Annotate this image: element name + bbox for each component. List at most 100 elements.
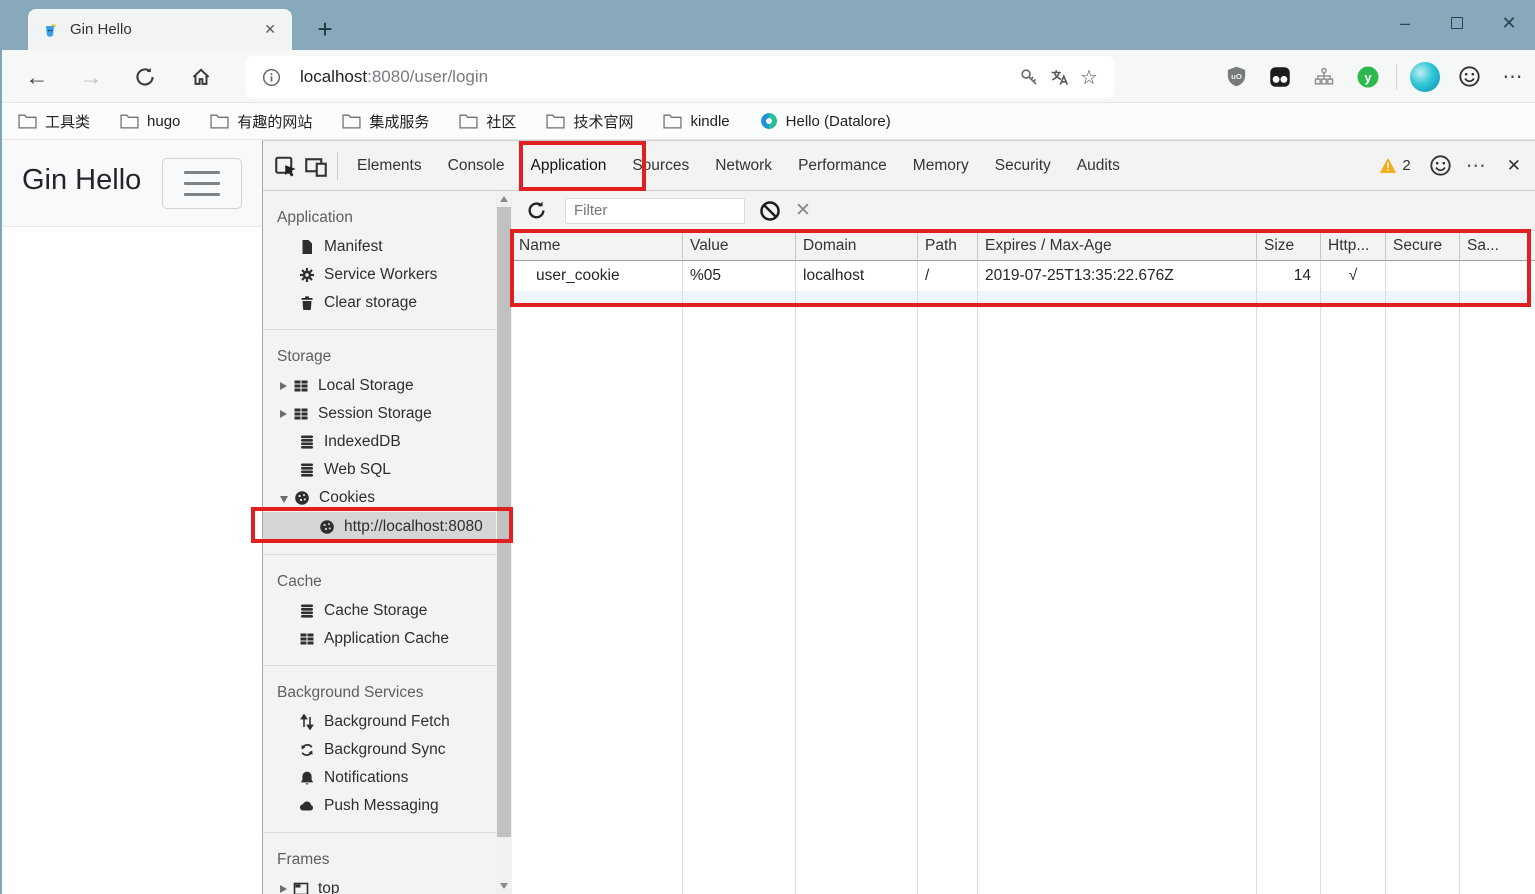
- sidebar-item-manifest[interactable]: Manifest: [263, 233, 496, 261]
- new-tab-button[interactable]: +: [308, 14, 342, 44]
- devtools-menu-button[interactable]: ⋯: [1466, 153, 1487, 178]
- tab-elements[interactable]: Elements: [344, 141, 435, 190]
- password-key-icon[interactable]: [1014, 67, 1044, 88]
- column-header-size[interactable]: Size: [1257, 231, 1321, 261]
- sidebar-scrollbar[interactable]: [496, 191, 512, 894]
- column-header-expires[interactable]: Expires / Max-Age: [978, 231, 1257, 261]
- close-window-button[interactable]: ✕: [1483, 0, 1535, 46]
- tab-memory[interactable]: Memory: [900, 141, 982, 190]
- ublock-extension-icon[interactable]: uO: [1214, 65, 1258, 88]
- minimize-button[interactable]: –: [1379, 0, 1431, 46]
- home-button[interactable]: [186, 62, 216, 92]
- browser-menu-button[interactable]: ⋯: [1491, 64, 1535, 89]
- green-y-extension-icon[interactable]: y: [1346, 65, 1390, 89]
- cell-name[interactable]: user_cookie: [512, 261, 683, 291]
- scrollbar-thumb[interactable]: [497, 207, 511, 837]
- sidebar-item-clear-storage[interactable]: Clear storage: [263, 289, 496, 317]
- toolbar-divider: [1396, 64, 1397, 90]
- sidebar-item-cookies-localhost[interactable]: http://localhost:8080: [263, 512, 496, 542]
- cell-size[interactable]: 14: [1257, 261, 1321, 291]
- favorite-star-icon[interactable]: ☆: [1074, 65, 1104, 90]
- cell-value[interactable]: %05: [683, 261, 796, 291]
- expand-icon[interactable]: [280, 885, 287, 893]
- bookmark-folder[interactable]: 技术官网: [546, 111, 633, 132]
- cell-expires[interactable]: 2019-07-25T13:35:22.676Z: [978, 261, 1257, 291]
- table-icon: [293, 378, 309, 394]
- bell-icon: [299, 770, 315, 786]
- column-header-domain[interactable]: Domain: [796, 231, 918, 261]
- clear-all-cookies-button[interactable]: [759, 200, 781, 222]
- sidebar-item-session-storage[interactable]: Session Storage: [263, 400, 496, 428]
- column-header-value[interactable]: Value: [683, 231, 796, 261]
- sidebar-item-push-messaging[interactable]: Push Messaging: [263, 792, 496, 820]
- forward-button[interactable]: →: [76, 62, 106, 92]
- cell-domain[interactable]: localhost: [796, 261, 918, 291]
- sidebar-item-background-fetch[interactable]: Background Fetch: [263, 708, 496, 736]
- warnings-badge[interactable]: 2: [1379, 157, 1410, 174]
- sidebar-item-indexeddb[interactable]: IndexedDB: [263, 428, 496, 456]
- bookmark-folder[interactable]: 工具类: [18, 111, 90, 132]
- column-header-secure[interactable]: Secure: [1386, 231, 1460, 261]
- tab-audits[interactable]: Audits: [1064, 141, 1133, 190]
- scroll-up-icon[interactable]: [500, 196, 508, 202]
- bookmark-folder[interactable]: kindle: [663, 113, 729, 130]
- bookmark-datalore[interactable]: Hello (Datalore): [760, 112, 891, 130]
- column-header-path[interactable]: Path: [918, 231, 978, 261]
- bookmark-folder[interactable]: 有趣的网站: [210, 111, 312, 132]
- tab-sources[interactable]: Sources: [619, 141, 702, 190]
- tab-console[interactable]: Console: [435, 141, 518, 190]
- sidebar-item-notifications[interactable]: Notifications: [263, 764, 496, 792]
- cell-httponly-check[interactable]: √: [1321, 261, 1386, 291]
- maximize-button[interactable]: [1431, 0, 1483, 46]
- cookie-table-row[interactable]: user_cookie %05 localhost / 2019-07-25T1…: [512, 261, 1535, 291]
- tab-network[interactable]: Network: [702, 141, 785, 190]
- tabbar-separator: [337, 152, 338, 180]
- cookie-filter-input[interactable]: [565, 198, 745, 224]
- translate-icon[interactable]: [1044, 67, 1074, 88]
- sidebar-item-application-cache[interactable]: Application Cache: [263, 625, 496, 653]
- expand-icon[interactable]: [280, 382, 287, 390]
- sidebar-item-cookies[interactable]: Cookies: [263, 484, 496, 512]
- refresh-cookies-button[interactable]: [526, 200, 547, 221]
- delete-cookie-button[interactable]: ✕: [795, 199, 811, 222]
- expand-icon[interactable]: [280, 410, 287, 418]
- devtools-close-button[interactable]: ✕: [1503, 156, 1525, 176]
- sidebar-item-web-sql[interactable]: Web SQL: [263, 456, 496, 484]
- scroll-down-icon[interactable]: [500, 883, 508, 889]
- browser-tab[interactable]: Gin Hello ✕: [28, 9, 292, 50]
- sidebar-item-background-sync[interactable]: Background Sync: [263, 736, 496, 764]
- tab-application[interactable]: Application: [518, 141, 620, 190]
- tab-security[interactable]: Security: [982, 141, 1064, 190]
- navbar-toggler-button[interactable]: [162, 158, 242, 209]
- warning-icon: [1379, 157, 1397, 174]
- reload-button[interactable]: [130, 62, 160, 92]
- collapse-icon[interactable]: [280, 496, 288, 503]
- back-button[interactable]: ←: [22, 62, 52, 92]
- window-left-edge: [0, 50, 2, 894]
- feedback-smiley-icon[interactable]: [1447, 65, 1491, 88]
- dark-squircle-extension-icon[interactable]: [1258, 65, 1302, 89]
- devtools-feedback-button[interactable]: [1429, 154, 1452, 177]
- page-info-icon[interactable]: [256, 68, 286, 87]
- sitemap-extension-icon[interactable]: [1302, 66, 1346, 88]
- cell-secure[interactable]: [1386, 261, 1460, 291]
- cookies-toolbar: ✕: [512, 191, 1535, 231]
- cell-path[interactable]: /: [918, 261, 978, 291]
- sidebar-item-cache-storage[interactable]: Cache Storage: [263, 597, 496, 625]
- bookmark-folder[interactable]: 集成服务: [342, 111, 429, 132]
- tab-performance[interactable]: Performance: [785, 141, 900, 190]
- profile-avatar[interactable]: [1403, 62, 1447, 92]
- sidebar-item-frame-top[interactable]: top: [263, 875, 496, 894]
- column-header-name[interactable]: Name: [512, 231, 683, 261]
- tab-close-icon[interactable]: ✕: [258, 19, 282, 40]
- sidebar-item-service-workers[interactable]: Service Workers: [263, 261, 496, 289]
- device-toolbar-button[interactable]: [301, 151, 331, 181]
- column-header-httponly[interactable]: Http...: [1321, 231, 1386, 261]
- bookmark-folder[interactable]: 社区: [459, 111, 516, 132]
- sidebar-item-local-storage[interactable]: Local Storage: [263, 372, 496, 400]
- column-header-samesite[interactable]: Sa...: [1460, 231, 1535, 261]
- inspect-element-button[interactable]: [271, 151, 301, 181]
- bookmark-folder[interactable]: hugo: [120, 113, 180, 130]
- cell-samesite[interactable]: [1460, 261, 1535, 291]
- address-bar[interactable]: localhost:8080/user/login ☆: [246, 56, 1114, 98]
